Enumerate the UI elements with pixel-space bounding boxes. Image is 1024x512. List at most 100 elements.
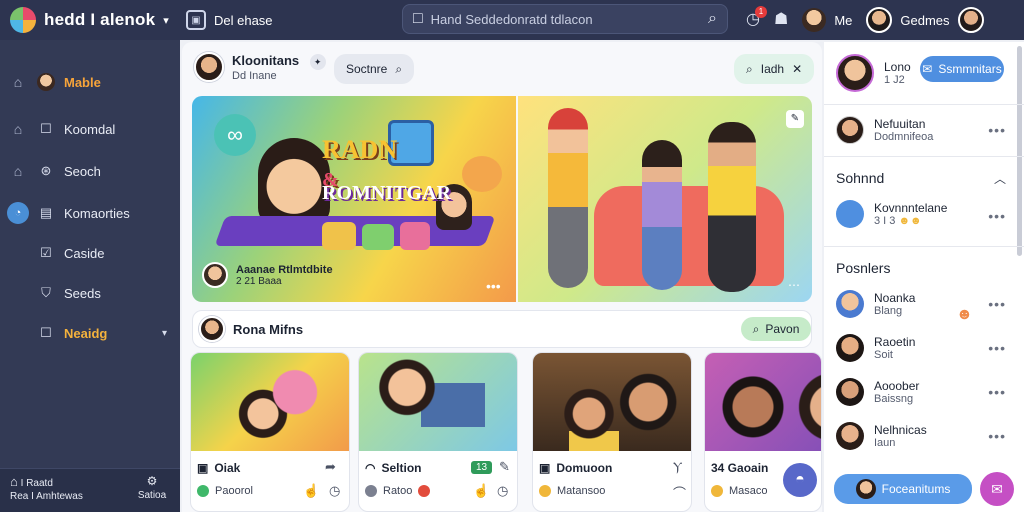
person-illustration bbox=[642, 140, 682, 290]
card[interactable]: 34 Gaoain Masaco ◓ bbox=[704, 352, 822, 512]
shield-icon: ⛉ bbox=[41, 285, 51, 300]
sidebar-item-caside[interactable]: ☑ Caside bbox=[0, 238, 180, 268]
app-switcher[interactable]: hedd I alenok ▾ bbox=[0, 7, 180, 33]
user-menu[interactable]: Gedmes bbox=[866, 7, 984, 33]
list-item-name: Raoetin bbox=[874, 335, 916, 349]
sidebar-item-koomdal[interactable]: ⌂ ☐ Koomdal bbox=[0, 114, 180, 144]
section-title: Posnlers bbox=[836, 260, 891, 276]
share-icon[interactable]: ➦ bbox=[325, 459, 336, 475]
more-icon[interactable]: ⋯ bbox=[788, 278, 800, 292]
hero-banner[interactable]: ∞ RADN & ROMNITGAR Aaanae Rtlmtdbite 2 21… bbox=[192, 96, 812, 302]
avatar bbox=[836, 422, 864, 450]
sidebar-item-komaorties[interactable]: ◔ ▤ Komaorties bbox=[0, 198, 180, 228]
sidebar-item-seoch[interactable]: ⌂ ⊛ Seoch bbox=[0, 156, 180, 186]
like-icon[interactable]: ☝ bbox=[303, 483, 319, 499]
profile-sub: 1 J2 bbox=[884, 74, 905, 86]
avatar bbox=[202, 262, 228, 288]
card[interactable]: ◠ Seltion 13 Ratoo ✎ ☝ ◷ bbox=[358, 352, 518, 512]
notification-icon[interactable]: ◷ 1 bbox=[746, 6, 767, 28]
avatar bbox=[802, 8, 827, 32]
count-badge: 13 bbox=[471, 461, 493, 474]
more-icon[interactable]: ••• bbox=[988, 340, 1006, 356]
list-item-sub: 3 I 3 ☻☻ bbox=[874, 215, 922, 227]
list-item[interactable]: Noanka Blang bbox=[836, 290, 915, 318]
more-icon[interactable]: ••• bbox=[988, 296, 1006, 312]
edit-icon[interactable]: ✎ bbox=[499, 459, 510, 475]
sidebar-item-mable[interactable]: ⌂ Mable bbox=[0, 67, 180, 97]
bottom-action-button[interactable]: Foceanitums bbox=[834, 474, 972, 504]
gear-icon: ⚙ bbox=[146, 474, 158, 488]
page-title: Kloonitans ✦ bbox=[232, 52, 326, 70]
clock-icon[interactable]: ◷ bbox=[329, 483, 340, 499]
grid-icon: ▤ bbox=[39, 205, 53, 220]
list-item[interactable]: Raoetin Soit bbox=[836, 334, 915, 362]
chevron-up-icon[interactable]: ︿ bbox=[994, 170, 1006, 187]
card[interactable]: ▣ Oiak Paoorol ➦ ☝ ◷ bbox=[190, 352, 350, 512]
list-item[interactable]: Aooober Baissng bbox=[836, 378, 919, 406]
sidebar-item-neaidg[interactable]: ☐ Neaidg ▾ bbox=[0, 318, 180, 348]
link-icon: ∞ bbox=[214, 114, 256, 156]
clock-icon[interactable]: ◷ bbox=[497, 483, 508, 499]
list-item-sub: Soit bbox=[874, 349, 893, 361]
section-title: Rona Mifns bbox=[233, 322, 304, 337]
list-item[interactable]: Nefuuitan Dodmnifeoa bbox=[836, 116, 933, 144]
tab-button[interactable]: ▣ Del ehase bbox=[186, 10, 273, 30]
globe-icon: ⊛ bbox=[40, 163, 52, 178]
tab-label: Del ehase bbox=[214, 12, 273, 28]
profile-row: Lono 1 J2 bbox=[836, 54, 911, 92]
caption-sub: 2 21 Baaa bbox=[236, 275, 282, 287]
more-icon[interactable]: ••• bbox=[988, 428, 1006, 444]
pin-icon[interactable]: Ⲩ bbox=[673, 459, 682, 475]
more-icon[interactable]: ••• bbox=[486, 278, 501, 294]
flag-icon: ✎ bbox=[786, 110, 804, 128]
like-icon[interactable]: ☝ bbox=[473, 483, 489, 499]
card-title: 34 Gaoain bbox=[711, 461, 769, 475]
square-icon: □ bbox=[413, 10, 423, 27]
section-button[interactable]: ⌕ Pavon bbox=[741, 317, 811, 341]
compose-icon[interactable]: ✉ bbox=[980, 472, 1014, 506]
app-tile bbox=[362, 224, 394, 250]
sort-button[interactable]: Soctnre ⌕ bbox=[334, 54, 415, 84]
sidebar-item-seeds[interactable]: ⛉ Seeds bbox=[0, 278, 180, 308]
home-icon: ⌂ bbox=[13, 121, 23, 137]
filter-label: Iadh bbox=[760, 62, 785, 76]
people-icon[interactable]: ☗ bbox=[774, 12, 788, 28]
search-icon[interactable]: ⌕ bbox=[708, 11, 717, 27]
card-title: ▣ Oiak bbox=[197, 461, 241, 475]
home-icon: ⌂ bbox=[10, 474, 18, 489]
card[interactable]: ▣ Domuoon Matansoo Ⲩ ⌒ bbox=[532, 352, 692, 512]
avatar bbox=[866, 7, 893, 33]
main-header: Kloonitans ✦ Dd Inane bbox=[194, 52, 326, 82]
chat-fab[interactable]: ◓ bbox=[783, 463, 817, 497]
more-icon[interactable]: ••• bbox=[988, 384, 1006, 400]
section-button-label: Pavon bbox=[765, 322, 800, 336]
list-item-sub: Baissng bbox=[874, 393, 914, 405]
check-square-icon: ☑ bbox=[40, 245, 52, 260]
scrollbar[interactable] bbox=[1017, 46, 1022, 256]
close-icon: ✕ bbox=[792, 62, 803, 76]
chat-icon bbox=[462, 156, 502, 192]
main-content: Kloonitans ✦ Dd Inane Soctnre ⌕ ⌕ Iadh ✕… bbox=[182, 42, 822, 512]
sidebar: ⌂ Mable ⌂ ☐ Koomdal ⌂ ⊛ Seoch ◔ ▤ Komaor… bbox=[0, 40, 180, 512]
search-bar[interactable]: □ ⌕ bbox=[402, 4, 728, 34]
status-dot bbox=[197, 485, 209, 497]
card-list: ▣ Oiak Paoorol ➦ ☝ ◷ ◠ Seltion 13 Ratoo ✎ … bbox=[190, 352, 822, 512]
list-item[interactable]: Kovnnntelane 3 I 3 ☻☻ bbox=[836, 200, 947, 228]
more-icon[interactable]: ••• bbox=[988, 122, 1006, 138]
list-item[interactable]: Nelhnicas Iaun bbox=[836, 422, 927, 450]
pin-icon[interactable]: ✦ bbox=[309, 54, 326, 70]
hero-right-illustration: ✎ ⋯ bbox=[518, 96, 812, 302]
share-icon[interactable]: ⌒ bbox=[673, 483, 686, 502]
notification-badge: 1 bbox=[754, 6, 767, 18]
search-input[interactable] bbox=[430, 11, 701, 27]
user-short[interactable]: Me bbox=[802, 8, 852, 32]
sidebar-item-label: Caside bbox=[64, 245, 105, 261]
profile-action-button[interactable]: ✉ Ssmmnitars bbox=[920, 56, 1004, 82]
avatar bbox=[836, 334, 864, 362]
more-icon[interactable]: ••• bbox=[988, 208, 1006, 224]
face-illustration bbox=[258, 138, 330, 226]
footer-line2: Satioa bbox=[137, 490, 167, 501]
sidebar-footer-settings[interactable]: ⚙ Satioa bbox=[130, 475, 174, 502]
sidebar-footer-home[interactable]: ⌂ I Raatd Rea I Amhtewas bbox=[10, 475, 90, 503]
filter-button[interactable]: ⌕ Iadh ✕ bbox=[734, 54, 815, 84]
